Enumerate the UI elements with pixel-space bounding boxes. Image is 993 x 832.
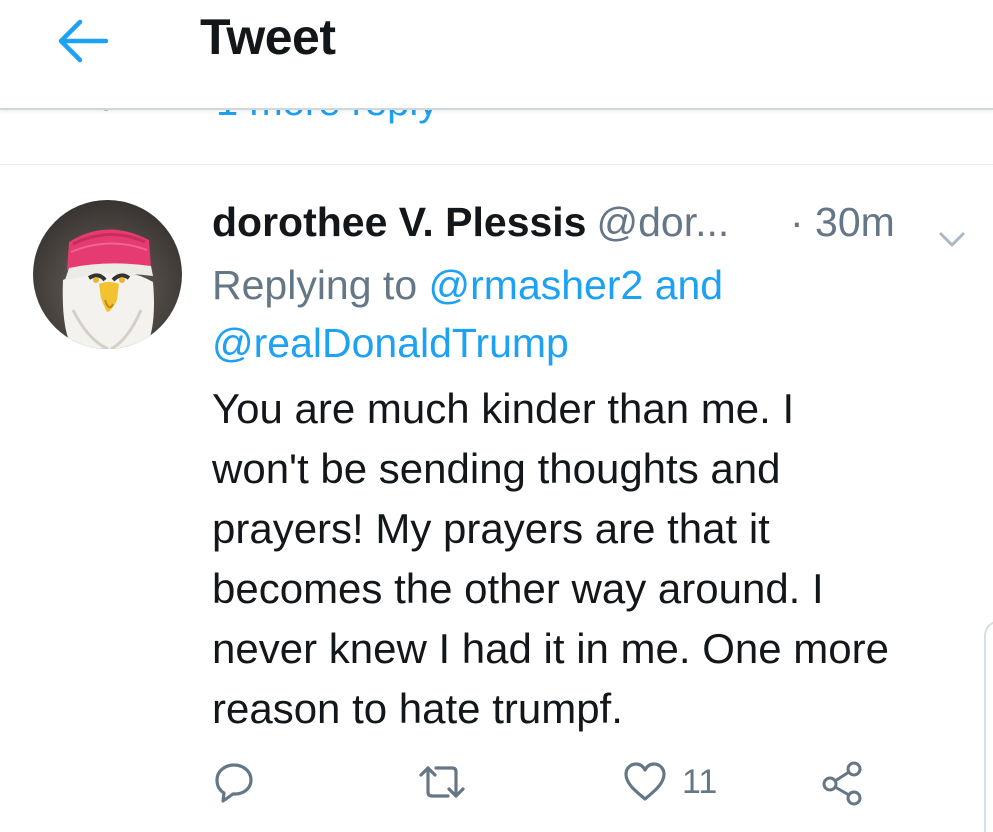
replying-to: Replying to @rmasher2 and @realDonaldTru… (212, 256, 972, 372)
tweet-text-line: You are much kinder than me. I (212, 385, 795, 432)
avatar[interactable] (33, 200, 182, 349)
replying-prefix: Replying to (212, 262, 429, 308)
like-count: 11 (682, 762, 718, 801)
like-button[interactable]: 11 (622, 760, 717, 804)
back-button[interactable] (52, 16, 112, 66)
tweet-text-line: prayers! My prayers are that it (212, 505, 770, 552)
tweet-text-line: never knew I had it in me. One more (212, 625, 889, 672)
reply-icon (215, 763, 253, 803)
mention-link-1[interactable]: @rmasher2 (429, 262, 644, 308)
adjacent-card-edge (984, 620, 993, 832)
tweet-header: dorothee V. Plessis @dor... · 30m (212, 196, 982, 256)
more-replies-link[interactable]: 1 more reply (216, 108, 438, 125)
tweet-text-line: becomes the other way around. I (212, 565, 824, 612)
retweet-icon (419, 766, 465, 798)
author-name[interactable]: dorothee V. Plessis (212, 199, 587, 245)
app-header: Tweet (0, 0, 993, 110)
share-button[interactable] (820, 760, 866, 806)
tweet-text: You are much kinder than me. I won't be … (212, 379, 972, 739)
mention-and: and (643, 262, 724, 308)
page-title: Tweet (200, 9, 336, 65)
tweet-actions: 11 (0, 760, 993, 820)
tweet-timestamp: · 30m (790, 199, 895, 245)
reply-button[interactable] (212, 760, 256, 804)
previous-reply-peek: 1 more reply (0, 108, 993, 165)
share-icon (822, 761, 862, 806)
tweet-text-line: won't be sending thoughts and (212, 445, 781, 492)
retweet-button[interactable] (418, 760, 466, 804)
tweet-text-line: reason to hate trumpf. (212, 685, 623, 732)
eagle-avatar-image (33, 200, 182, 349)
arrow-left-icon (58, 19, 108, 63)
author-handle[interactable]: @dor... (597, 199, 730, 245)
heart-icon (624, 762, 666, 801)
chevron-down-icon[interactable] (937, 210, 967, 262)
mention-link-2[interactable]: @realDonaldTrump (212, 320, 569, 366)
